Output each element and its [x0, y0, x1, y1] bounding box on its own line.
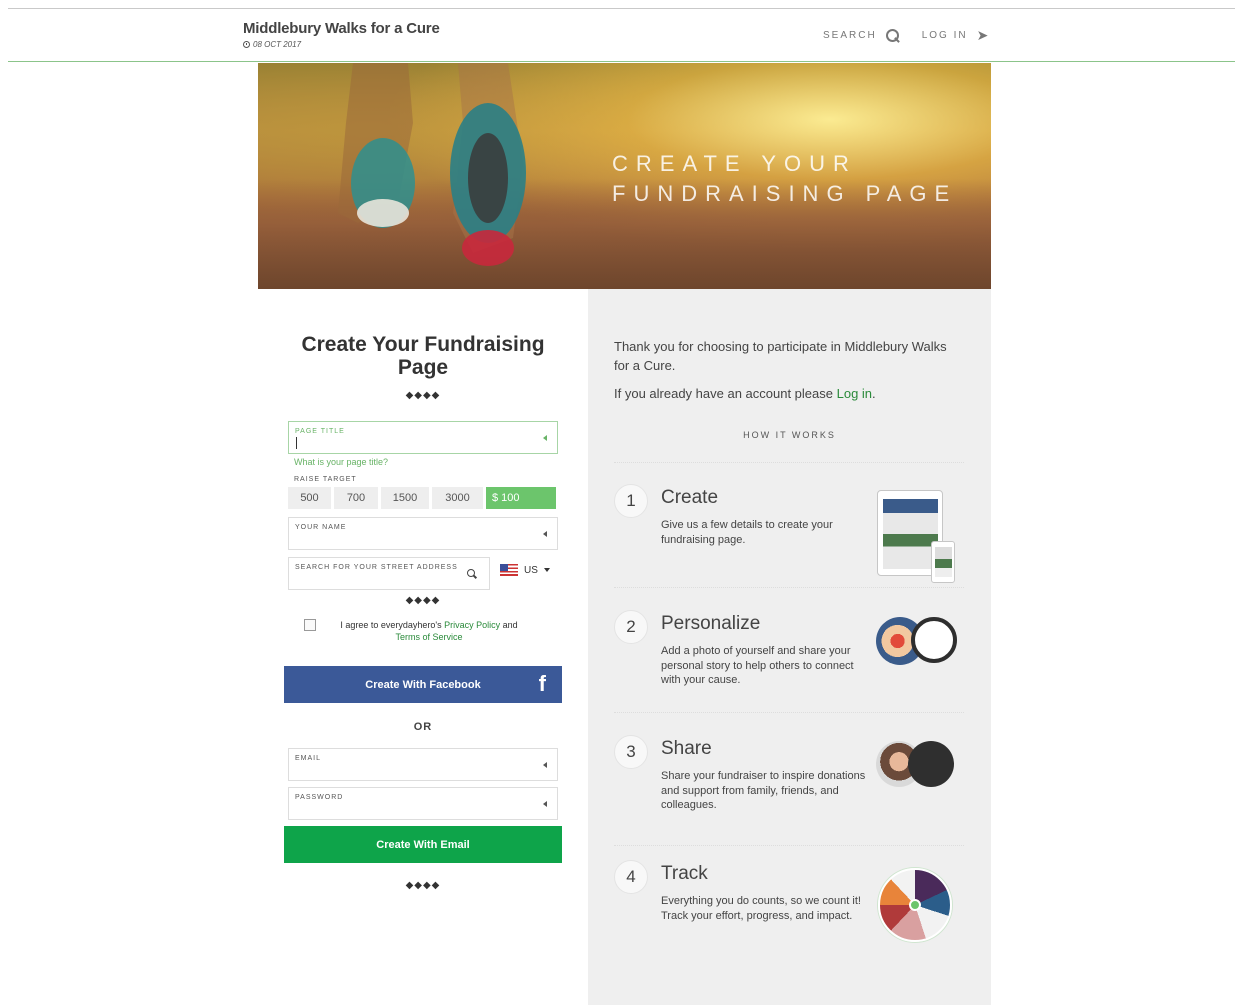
your-name-field[interactable]: YOUR NAME: [288, 517, 558, 550]
login-link[interactable]: LOG IN ➤: [922, 27, 991, 44]
step-separator: [614, 712, 964, 713]
site-header: Middlebury Walks for a Cure 08 OCT 2017 …: [8, 9, 1235, 62]
terms-agreement: I agree to everydayhero's Privacy Policy…: [304, 619, 554, 643]
search-link[interactable]: SEARCH: [823, 28, 900, 43]
email-label: EMAIL: [295, 755, 322, 762]
divider-ornament: ◆◆◆◆: [405, 390, 441, 401]
step-title: Personalize: [661, 613, 761, 634]
divider-ornament: ◆◆◆◆: [405, 595, 441, 606]
terms-link[interactable]: Terms of Service: [395, 632, 462, 642]
target-option-custom[interactable]: $ 100: [486, 487, 556, 509]
step-separator: [614, 462, 964, 463]
password-label: PASSWORD: [295, 794, 344, 801]
create-with-facebook-button[interactable]: Create With Facebook f: [284, 666, 562, 703]
event-date: 08 OCT 2017: [243, 40, 440, 49]
account-text: If you already have an account please Lo…: [614, 384, 954, 403]
step-description: Share your fundraiser to inspire donatio…: [661, 770, 866, 811]
agree-and-text: and: [502, 620, 518, 630]
search-icon: [885, 28, 900, 43]
step-separator: [614, 587, 964, 588]
login-inline-link[interactable]: Log in: [837, 386, 872, 401]
share-menu-image: [908, 741, 954, 787]
account-prefix: If you already have an account please: [614, 386, 833, 401]
dropdown-arrow-icon: [543, 762, 547, 768]
dropdown-arrow-icon: [543, 531, 547, 537]
dropdown-arrow-icon: [543, 435, 547, 441]
search-icon: [467, 569, 477, 579]
how-it-works-heading: HOW IT WORKS: [743, 430, 836, 440]
event-title[interactable]: Middlebury Walks for a Cure: [243, 20, 440, 37]
street-address-label: SEARCH FOR YOUR STREET ADDRESS: [295, 564, 458, 571]
page-title-hint: What is your page title?: [294, 457, 389, 467]
brand: Middlebury Walks for a Cure 08 OCT 2017: [243, 20, 440, 49]
flag-us-icon: [500, 564, 518, 576]
privacy-policy-link[interactable]: Privacy Policy: [444, 620, 500, 630]
account-suffix: .: [872, 386, 876, 401]
step-title: Track: [661, 863, 708, 884]
step-number: 2: [614, 610, 648, 644]
thanks-text: Thank you for choosing to participate in…: [614, 339, 947, 373]
email-button-label: Create With Email: [376, 838, 470, 851]
country-select[interactable]: US: [500, 564, 550, 576]
hero-title-line1: CREATE YOUR: [612, 151, 857, 176]
hero-title: CREATE YOUR FUNDRAISING PAGE: [612, 149, 957, 209]
facebook-icon: f: [538, 671, 546, 696]
login-label: LOG IN: [921, 30, 968, 41]
search-label: SEARCH: [823, 30, 877, 41]
create-with-email-button[interactable]: Create With Email: [284, 826, 562, 863]
event-date-text: 08 OCT 2017: [253, 40, 302, 49]
hero-title-line2: FUNDRAISING PAGE: [612, 181, 958, 206]
email-field[interactable]: EMAIL: [288, 748, 558, 781]
intro-text: Thank you for choosing to participate in…: [614, 337, 954, 403]
raise-target-options: 500 700 1500 3000 $ 100: [288, 487, 556, 509]
agree-text: I agree to everydayhero's: [340, 620, 442, 630]
step-description: Everything you do counts, so we count it…: [661, 895, 861, 922]
country-code: US: [524, 564, 538, 576]
form-heading-line2: Page: [397, 356, 449, 379]
signup-form: Create Your Fundraising Page ◆◆◆◆ PAGE T…: [284, 289, 562, 891]
form-heading: Create Your Fundraising Page: [284, 333, 562, 379]
login-icon: ➤: [976, 27, 991, 43]
password-field[interactable]: PASSWORD: [288, 787, 558, 820]
step-title: Create: [661, 487, 719, 508]
page-title-label: PAGE TITLE: [295, 428, 345, 435]
clock-icon: [243, 41, 250, 48]
target-option-700[interactable]: 700: [334, 487, 378, 509]
your-name-label: YOUR NAME: [295, 524, 347, 531]
story-preview-image: [911, 617, 957, 663]
or-separator: OR: [413, 721, 433, 733]
step-title: Share: [661, 738, 712, 759]
facebook-button-label: Create With Facebook: [365, 678, 481, 691]
target-option-1500[interactable]: 1500: [381, 487, 429, 509]
raise-target-label: RAISE TARGET: [294, 476, 357, 483]
target-option-500[interactable]: 500: [288, 487, 331, 509]
text-caret: [296, 437, 297, 449]
step-separator: [614, 845, 964, 846]
hero-banner: CREATE YOUR FUNDRAISING PAGE: [258, 63, 991, 289]
step-number: 4: [614, 860, 648, 894]
form-heading-line1: Create Your Fundraising: [301, 333, 545, 356]
step-description: Add a photo of yourself and share your p…: [661, 645, 854, 686]
page-title-field[interactable]: PAGE TITLE: [288, 421, 558, 454]
terms-checkbox[interactable]: [304, 619, 316, 631]
header-nav: SEARCH LOG IN ➤: [823, 27, 990, 44]
heart-icon: [909, 899, 921, 911]
divider-ornament: ◆◆◆◆: [405, 880, 441, 891]
dropdown-arrow-icon: [543, 801, 547, 807]
target-option-3000[interactable]: 3000: [432, 487, 483, 509]
phone-preview-image: [931, 541, 955, 583]
how-it-works-panel: Thank you for choosing to participate in…: [588, 289, 991, 1005]
step-description: Give us a few details to create your fun…: [661, 519, 833, 546]
chevron-down-icon: [543, 568, 550, 572]
street-address-field[interactable]: SEARCH FOR YOUR STREET ADDRESS: [288, 557, 490, 590]
step-number: 1: [614, 484, 648, 518]
step-number: 3: [614, 735, 648, 769]
